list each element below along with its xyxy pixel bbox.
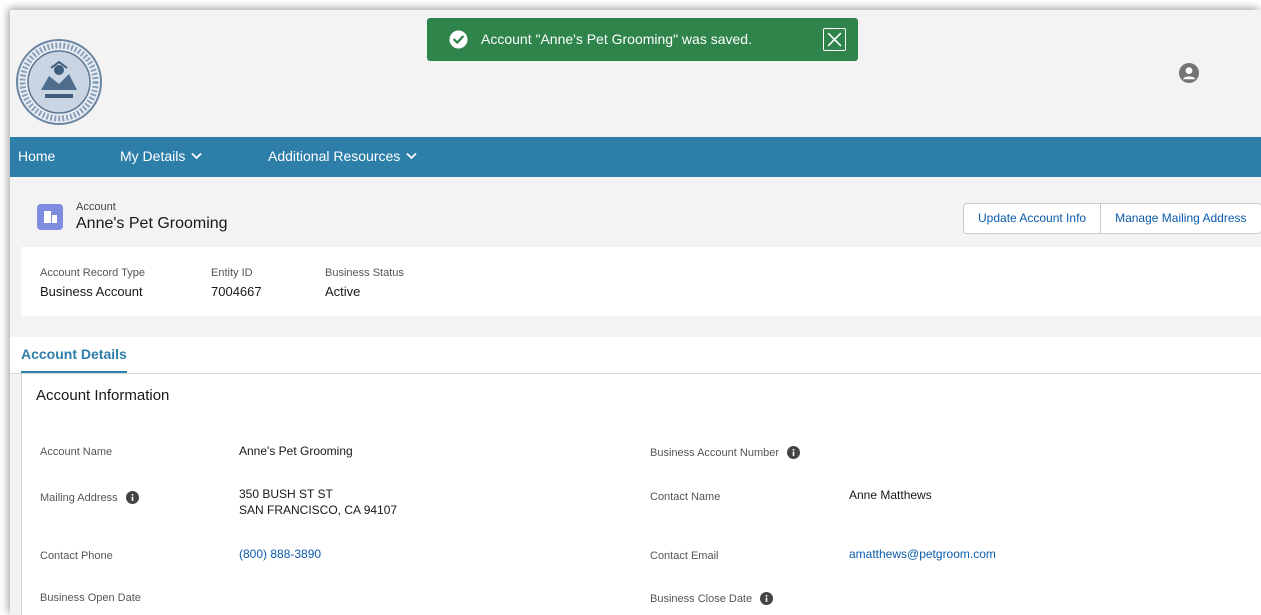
user-avatar-icon[interactable] xyxy=(1179,63,1199,83)
highlight-value: Business Account xyxy=(40,284,143,299)
nav-my-details-label: My Details xyxy=(120,148,186,164)
field-label-text: Mailing Address xyxy=(40,491,118,504)
contact-email-link[interactable]: amatthews@petgroom.com xyxy=(849,546,996,562)
mailing-address-line2: SAN FRANCISCO, CA 94107 xyxy=(239,503,398,517)
close-icon[interactable] xyxy=(823,28,846,51)
chevron-down-icon xyxy=(191,152,202,160)
highlight-business-status: Business Status Active xyxy=(325,267,404,299)
field-label-text: Business Open Date xyxy=(40,592,141,604)
info-icon[interactable] xyxy=(760,592,774,605)
check-circle-icon xyxy=(449,30,468,49)
business-account-number-label: Business Account Number xyxy=(650,446,801,459)
field-label-text: Business Account Number xyxy=(650,446,780,459)
account-icon xyxy=(37,204,63,230)
contact-name-value: Anne Matthews xyxy=(849,488,932,502)
account-name-value: Anne's Pet Grooming xyxy=(239,444,353,458)
manage-mailing-address-button[interactable]: Manage Mailing Address xyxy=(1100,204,1261,233)
site-header: Account "Anne's Pet Grooming" was saved. xyxy=(10,10,1261,137)
mailing-address-label: Mailing Address xyxy=(40,491,139,504)
contact-phone-label: Contact Phone xyxy=(40,550,113,562)
action-button-group: Update Account Info Manage Mailing Addre… xyxy=(963,203,1261,234)
info-icon[interactable] xyxy=(125,491,139,504)
nav-home[interactable]: Home xyxy=(18,148,55,164)
contact-name-label: Contact Name xyxy=(650,491,720,503)
field-label-text: Contact Name xyxy=(650,491,721,503)
field-label-text: Contact Phone xyxy=(40,550,113,562)
account-name-label: Account Name xyxy=(40,446,112,458)
section-title: Account Information xyxy=(36,387,170,404)
tab-bar: Account Details xyxy=(10,337,1261,374)
highlights-panel: Account Record Type Business Account Ent… xyxy=(21,247,1261,316)
chevron-down-icon xyxy=(406,152,417,160)
mailing-address-value: 350 BUSH ST ST SAN FRANCISCO, CA 94107 xyxy=(239,486,397,518)
update-account-info-button[interactable]: Update Account Info xyxy=(964,204,1101,233)
business-close-date-label: Business Close Date xyxy=(650,592,774,605)
field-label-text: Business Close Date xyxy=(650,592,753,605)
nav-additional-resources[interactable]: Additional Resources xyxy=(268,148,417,164)
record-header: Account Anne's Pet Grooming Update Accou… xyxy=(10,177,1261,247)
nav-home-label: Home xyxy=(18,148,56,164)
highlight-value: 7004667 xyxy=(211,284,262,299)
info-icon[interactable] xyxy=(787,446,801,459)
contact-email-label: Contact Email xyxy=(650,550,718,562)
main-nav: Home My Details Additional Resources xyxy=(10,137,1261,177)
nav-my-details[interactable]: My Details xyxy=(120,148,202,164)
highlight-label: Business Status xyxy=(325,267,404,279)
highlight-label: Entity ID xyxy=(211,267,253,279)
field-label-text: Contact Email xyxy=(650,550,719,562)
highlight-value: Active xyxy=(325,284,361,299)
mailing-address-line1: 350 BUSH ST ST xyxy=(239,487,333,501)
app-frame: Account "Anne's Pet Grooming" was saved.… xyxy=(10,10,1261,615)
highlight-label: Account Record Type xyxy=(40,267,145,279)
success-toast: Account "Anne's Pet Grooming" was saved. xyxy=(427,18,858,61)
contact-phone-link[interactable]: (800) 888-3890 xyxy=(239,546,321,562)
record-title: Anne's Pet Grooming xyxy=(76,215,228,232)
account-details-card: Account Information Account Name Anne's … xyxy=(21,374,1261,615)
city-seal-logo[interactable] xyxy=(15,38,103,126)
tab-account-details[interactable]: Account Details xyxy=(21,346,127,373)
object-type-label: Account xyxy=(76,201,116,213)
highlight-record-type: Account Record Type Business Account xyxy=(40,267,145,299)
nav-additional-resources-label: Additional Resources xyxy=(268,148,401,164)
business-open-date-label: Business Open Date xyxy=(40,592,141,604)
toast-message: Account "Anne's Pet Grooming" was saved. xyxy=(481,31,752,47)
field-label-text: Account Name xyxy=(40,446,113,458)
highlight-entity-id: Entity ID 7004667 xyxy=(211,267,262,299)
